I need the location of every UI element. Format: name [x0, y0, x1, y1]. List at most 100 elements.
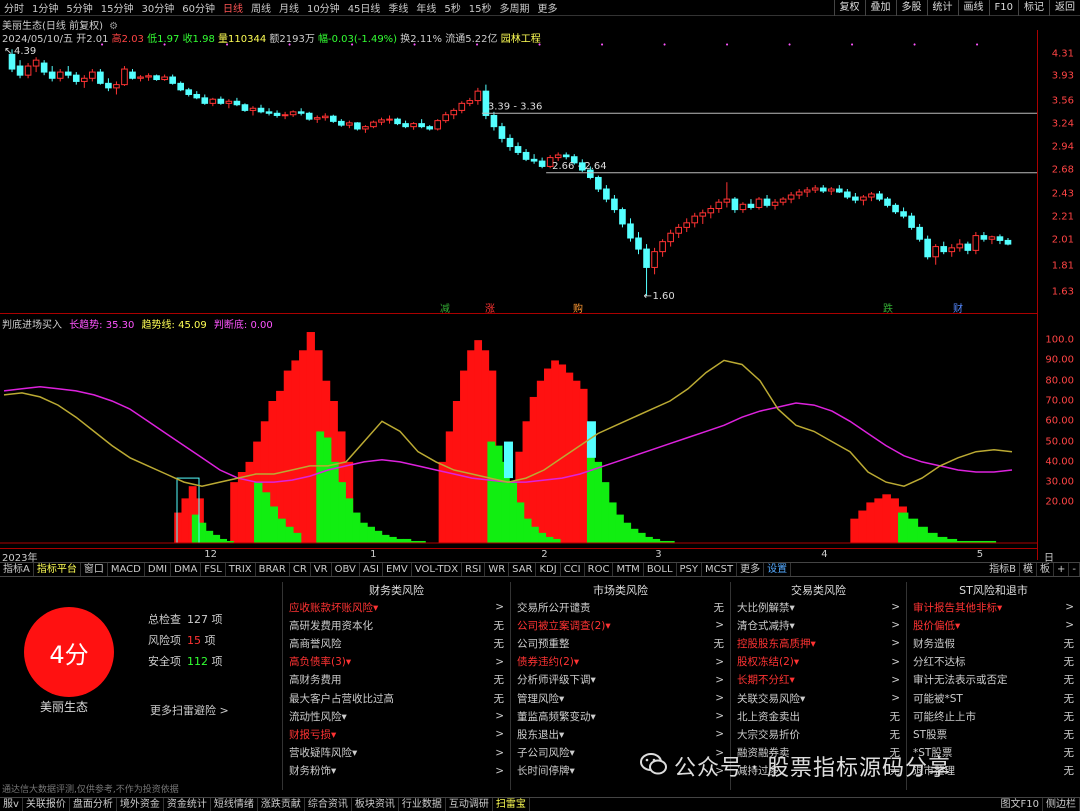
risk-item-row[interactable]: 应收账款坏账风险▾ >	[283, 598, 510, 616]
risk-item-row[interactable]: 高财务费用 无	[283, 671, 510, 689]
risk-item-row[interactable]: 最大客户占营收比过高 无	[283, 689, 510, 707]
period-tab[interactable]: 60分钟	[178, 0, 219, 15]
indicator-tab-right[interactable]: 板	[1037, 563, 1054, 576]
toolbar-button[interactable]: 统计	[926, 0, 958, 16]
indicator-tab[interactable]: ROC	[585, 563, 614, 576]
status-tab[interactable]: 涨跌贡献	[258, 798, 305, 811]
indicator-tab[interactable]: MTM	[613, 563, 644, 576]
risk-item-row[interactable]: 高商誉风险 无	[283, 634, 510, 652]
risk-item-row[interactable]: 审计报告其他非标▾ >	[907, 598, 1080, 616]
indicator-tab[interactable]: VR	[311, 563, 332, 576]
more-risk-link[interactable]: 更多扫雷避险 >	[150, 702, 229, 718]
risk-item-row[interactable]: 长期不分红▾ >	[731, 671, 906, 689]
indicator-tab[interactable]: BRAR	[256, 563, 290, 576]
status-tab[interactable]: 短线情绪	[211, 798, 258, 811]
period-tab[interactable]: 30分钟	[137, 0, 178, 15]
risk-item-row[interactable]: 董监高频繁变动▾ >	[511, 707, 730, 725]
risk-item-row[interactable]: 关联交易风险▾ >	[731, 689, 906, 707]
period-tab[interactable]: 5秒	[440, 0, 464, 15]
period-tab[interactable]: 日线	[219, 0, 247, 15]
indicator-tab[interactable]: DMI	[145, 563, 172, 576]
risk-item-row[interactable]: 大比例解禁▾ >	[731, 598, 906, 616]
risk-item-row[interactable]: 财报亏损▾ >	[283, 725, 510, 743]
status-tab[interactable]: 服v	[0, 798, 23, 811]
indicator-tab[interactable]: 指标平台	[34, 563, 81, 576]
risk-item-row[interactable]: 北上资金卖出 无	[731, 707, 906, 725]
indicator-tab[interactable]: 窗口	[81, 563, 108, 576]
period-tab[interactable]: 10分钟	[303, 0, 344, 15]
risk-item-row[interactable]: 公司预重整 无	[511, 634, 730, 652]
indicator-tab[interactable]: 指标A	[0, 563, 34, 576]
period-tab[interactable]: 多周期	[496, 0, 534, 15]
risk-item-row[interactable]: 债券违约(2)▾ >	[511, 653, 730, 671]
risk-item-row[interactable]: 流动性风险▾ >	[283, 707, 510, 725]
period-tab[interactable]: 分时	[0, 0, 28, 15]
status-tab[interactable]: 关联报价	[23, 798, 70, 811]
indicator-tab[interactable]: MCST	[702, 563, 738, 576]
indicator-tab[interactable]: ASI	[360, 563, 383, 576]
risk-item-row[interactable]: ST股票 无	[907, 725, 1080, 743]
indicator-tab-right[interactable]: 模	[1020, 563, 1037, 576]
risk-item-row[interactable]: 可能终止上市 无	[907, 707, 1080, 725]
indicator-tab[interactable]: MACD	[108, 563, 145, 576]
indicator-tab[interactable]: WR	[485, 563, 510, 576]
status-tab[interactable]: 互动调研	[446, 798, 493, 811]
period-tab[interactable]: 年线	[412, 0, 440, 15]
indicator-tab[interactable]: EMV	[383, 563, 412, 576]
status-right-button[interactable]: 侧边栏	[1043, 798, 1080, 811]
status-tab[interactable]: 板块资讯	[352, 798, 399, 811]
period-tab[interactable]: 1分钟	[28, 0, 62, 15]
indicator-tab[interactable]: SAR	[509, 563, 537, 576]
risk-item-row[interactable]: 控股股东高质押▾ >	[731, 634, 906, 652]
risk-item-row[interactable]: 清仓式减持▾ >	[731, 616, 906, 634]
risk-item-row[interactable]: 股价偏低▾ >	[907, 616, 1080, 634]
period-tab[interactable]: 季线	[384, 0, 412, 15]
risk-item-row[interactable]: 分析师评级下调▾ >	[511, 671, 730, 689]
status-tab[interactable]: 扫雷宝	[493, 798, 530, 811]
risk-item-row[interactable]: 公司被立案调查(2)▾ >	[511, 616, 730, 634]
toolbar-button[interactable]: 复权	[833, 0, 865, 16]
risk-item-row[interactable]: 可能被*ST 无	[907, 689, 1080, 707]
period-tab[interactable]: 45日线	[344, 0, 385, 15]
indicator-tab[interactable]: OBV	[332, 563, 360, 576]
status-tab[interactable]: 资金统计	[164, 798, 211, 811]
risk-item-row[interactable]: 营收疑阵风险▾ >	[283, 744, 510, 762]
risk-item-row[interactable]: 高研发费用资本化 无	[283, 616, 510, 634]
toolbar-button[interactable]: F10	[988, 0, 1018, 16]
indicator-tab[interactable]: 设置	[764, 563, 792, 576]
indicator-tab[interactable]: KDJ	[536, 563, 561, 576]
price-chart[interactable]: 4.393.39 - 3.362.66 - 2.641.60↖←减涨购跌财• • •…	[0, 42, 1037, 548]
risk-item-row[interactable]: 财务粉饰▾ >	[283, 762, 510, 780]
indicator-tab[interactable]: BOLL	[644, 563, 677, 576]
indicator-tab[interactable]: FSL	[201, 563, 226, 576]
risk-item-row[interactable]: 交易所公开谴责 无	[511, 598, 730, 616]
risk-item-row[interactable]: 财务造假 无	[907, 634, 1080, 652]
indicator-tab[interactable]: DMA	[171, 563, 202, 576]
period-tab[interactable]: 15秒	[465, 0, 496, 15]
indicator-tab[interactable]: VOL-TDX	[412, 563, 463, 576]
risk-item-row[interactable]: 高负债率(3)▾ >	[283, 653, 510, 671]
toolbar-button[interactable]: 叠加	[864, 0, 896, 16]
indicator-tab[interactable]: TRIX	[226, 563, 256, 576]
status-tab[interactable]: 综合资讯	[305, 798, 352, 811]
risk-item-row[interactable]: 分红不达标 无	[907, 653, 1080, 671]
period-tab[interactable]: 周线	[247, 0, 275, 15]
toolbar-button[interactable]: 标记	[1018, 0, 1049, 16]
risk-item-row[interactable]: 审计无法表示或否定 无	[907, 671, 1080, 689]
indicator-tab-right[interactable]: -	[1069, 563, 1080, 576]
toolbar-button[interactable]: 返回	[1049, 0, 1080, 16]
status-tab[interactable]: 境外资金	[117, 798, 164, 811]
indicator-tab-right[interactable]: 指标B	[986, 563, 1020, 576]
indicator-tab[interactable]: CCI	[561, 563, 585, 576]
indicator-tab-right[interactable]: +	[1054, 563, 1070, 576]
period-tab[interactable]: 更多	[534, 0, 562, 15]
status-tab[interactable]: 盘面分析	[70, 798, 117, 811]
period-tab[interactable]: 月线	[275, 0, 303, 15]
risk-item-row[interactable]: 管理风险▾ >	[511, 689, 730, 707]
indicator-tab[interactable]: PSY	[677, 563, 703, 576]
toolbar-button[interactable]: 画线	[957, 0, 989, 16]
period-tab[interactable]: 15分钟	[97, 0, 138, 15]
period-tab[interactable]: 5分钟	[62, 0, 96, 15]
indicator-tab[interactable]: CR	[290, 563, 311, 576]
indicator-tab[interactable]: 更多	[737, 563, 765, 576]
